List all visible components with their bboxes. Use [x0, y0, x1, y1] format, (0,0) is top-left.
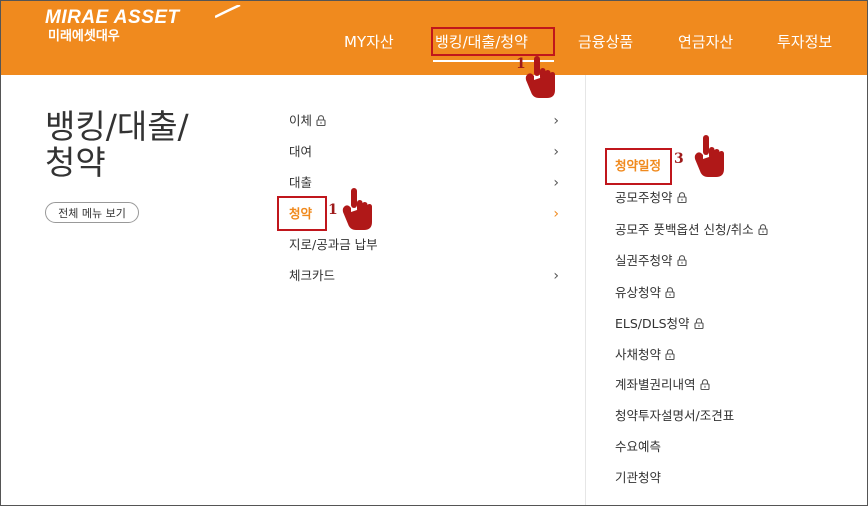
pointing-hand-icon — [694, 135, 724, 177]
menu-item-lending[interactable]: 대여 › — [289, 142, 559, 162]
page-title-line1: 뱅킹/대출/ — [45, 107, 189, 146]
menu-item-check-card[interactable]: 체크카드 › — [289, 266, 559, 286]
chevron-right-icon: › — [553, 268, 559, 284]
submenu-item-els-dls-subscription[interactable]: ELS/DLS청약 — [615, 314, 704, 334]
menu-item-giro-utility-payment[interactable]: 지로/공과금 납부 — [289, 235, 559, 255]
submenu-item-label: 청약투자설명서/조견표 — [615, 408, 735, 423]
submenu-item-label: 유상청약 — [615, 285, 662, 300]
menu-item-label: 지로/공과금 납부 — [289, 237, 378, 252]
submenu-item-prospectus-lookup-table[interactable]: 청약투자설명서/조견표 — [615, 406, 734, 426]
lock-icon — [316, 115, 326, 126]
nav-financial-products[interactable]: 금융상품 — [578, 31, 633, 53]
menu-item-label: 체크카드 — [289, 268, 336, 283]
submenu-item-label: 계좌별권리내역 — [615, 377, 696, 392]
submenu-item-label: 기관청약 — [615, 470, 662, 485]
menu-item-transfer[interactable]: 이체 › — [289, 111, 559, 131]
logo-swoosh-icon — [215, 5, 241, 19]
lock-icon — [693, 318, 704, 329]
submenu-item-demand-forecast[interactable]: 수요예측 — [615, 437, 661, 457]
submenu-item-account-rights-history[interactable]: 계좌별권리내역 — [615, 375, 710, 395]
all-menu-button[interactable]: 전체 메뉴 보기 — [45, 202, 139, 223]
column-divider — [585, 75, 586, 505]
step-marker-submenu: 3 — [674, 151, 684, 167]
highlight-box-submenu — [605, 148, 672, 185]
page-title: 뱅킹/대출/ 청약 — [45, 109, 189, 181]
menu-item-loan[interactable]: 대출 › — [289, 173, 559, 193]
pointing-hand-icon — [525, 56, 555, 98]
chevron-right-icon: › — [553, 175, 559, 191]
browser-frame: MIRAE ASSET 미래에셋대우 MY자산 뱅킹/대출/청약 금융상품 연금… — [0, 0, 868, 506]
pointing-hand-icon — [342, 188, 372, 230]
menu-item-label: 이체 — [289, 113, 313, 128]
nav-pension-assets[interactable]: 연금자산 — [678, 31, 733, 53]
highlight-box-nav — [431, 27, 555, 56]
chevron-right-icon: › — [553, 144, 559, 160]
submenu-item-paid-in-subscription[interactable]: 유상청약 — [615, 283, 675, 303]
submenu-item-institutional-subscription[interactable]: 기관청약 — [615, 468, 661, 488]
submenu-item-label: 사채청약 — [615, 347, 662, 362]
logo[interactable]: MIRAE ASSET 미래에셋대우 — [45, 5, 241, 44]
highlight-box-menu — [277, 196, 327, 231]
submenu-item-label: 수요예측 — [615, 439, 662, 454]
submenu-item-label: 공모주 풋백옵션 신청/취소 — [615, 222, 754, 237]
submenu-item-label: 공모주청약 — [615, 190, 673, 205]
submenu-item-rights-offering[interactable]: 실권주청약 — [615, 251, 687, 271]
chevron-right-icon: › — [553, 206, 559, 222]
page-title-line2: 청약 — [45, 143, 106, 182]
lock-icon — [676, 192, 687, 203]
submenu-item-label: 실권주청약 — [615, 253, 673, 268]
menu-item-label: 대여 — [289, 144, 313, 159]
submenu-item-label: ELS/DLS청약 — [615, 316, 690, 331]
lock-icon — [758, 224, 768, 235]
menu-item-label: 대출 — [289, 175, 313, 190]
chevron-right-icon: › — [553, 113, 559, 129]
lock-icon — [676, 255, 687, 266]
submenu-item-bond-subscription[interactable]: 사채청약 — [615, 345, 675, 365]
submenu-item-ipo-putback-option[interactable]: 공모주 풋백옵션 신청/취소 — [615, 220, 768, 240]
step-marker-menu: 1 — [328, 202, 338, 218]
lock-icon — [665, 287, 675, 298]
submenu-item-ipo-subscription[interactable]: 공모주청약 — [615, 188, 687, 208]
nav-investment-info[interactable]: 투자정보 — [777, 31, 832, 53]
logo-main-text: MIRAE ASSET — [45, 7, 180, 28]
nav-my-assets[interactable]: MY자산 — [344, 31, 394, 53]
lock-icon — [665, 349, 675, 360]
lock-icon — [699, 379, 710, 390]
logo-sub-text: 미래에셋대우 — [48, 29, 120, 44]
